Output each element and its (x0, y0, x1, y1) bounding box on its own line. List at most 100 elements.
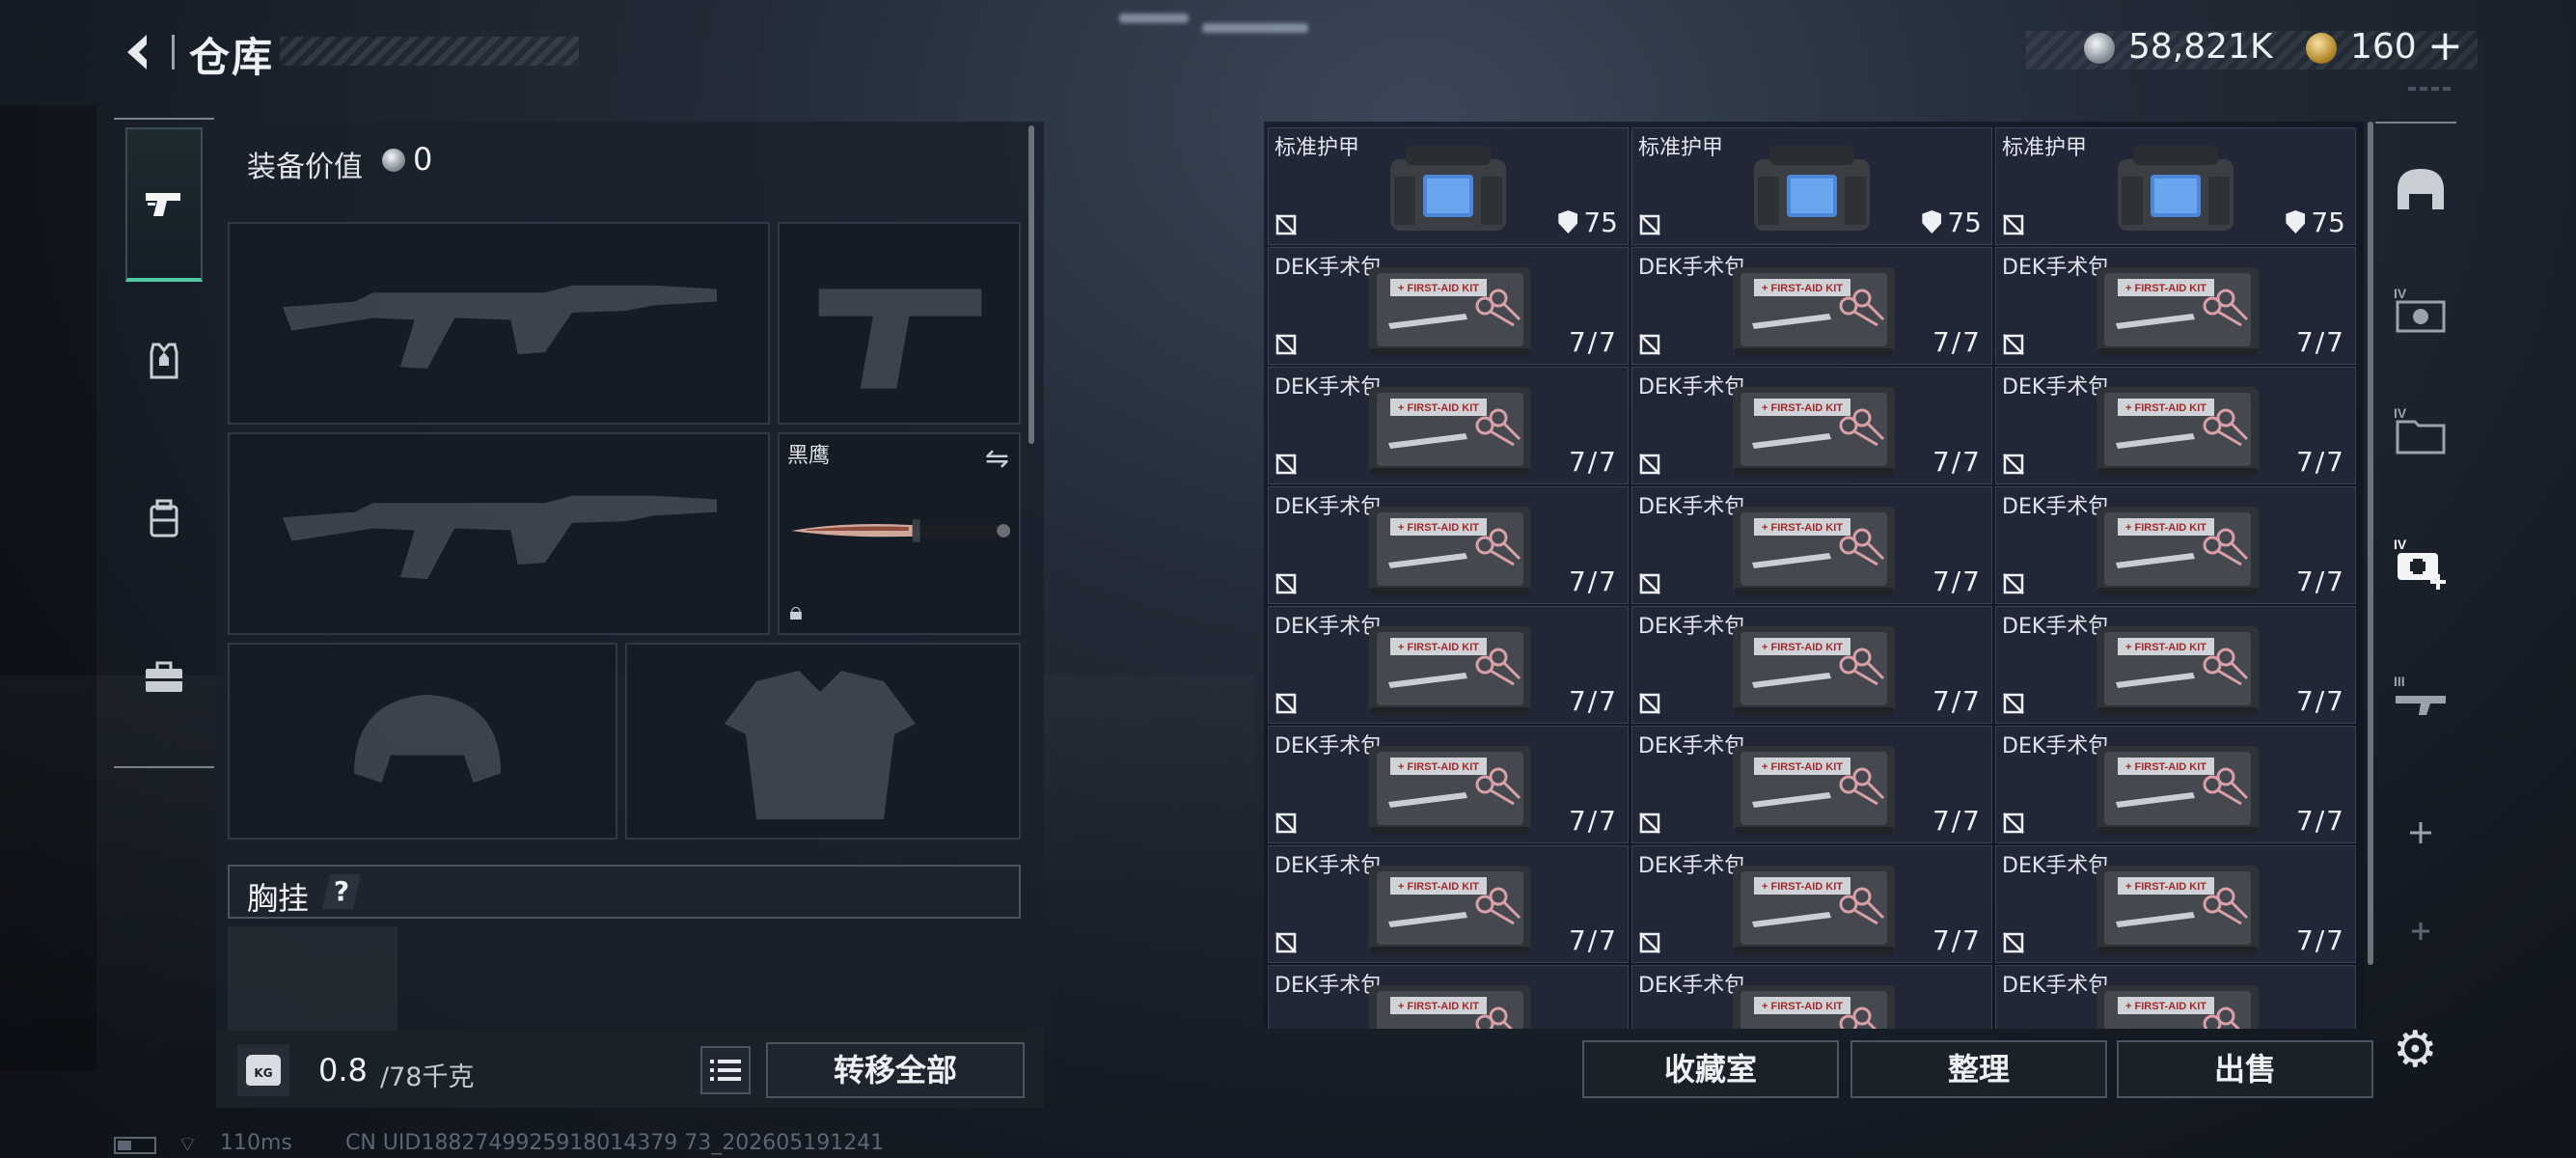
rifle-silhouette-icon (283, 495, 717, 579)
svg-text:+ FIRST-AID KIT: + FIRST-AID KIT (1398, 283, 1479, 294)
dots-decoration (2408, 87, 2454, 91)
svg-text:+ FIRST-AID KIT: + FIRST-AID KIT (2125, 642, 2206, 653)
collection-room-button[interactable]: 收藏室 (1582, 1040, 1839, 1098)
no-drop-icon (1639, 454, 1660, 475)
sidearm-slot[interactable] (778, 222, 1021, 425)
item-uses: 7/7 (1568, 685, 1618, 717)
body-armor-slot[interactable] (625, 643, 1021, 840)
surgery-kit-item-cell[interactable]: DEK手术包 + FIRST-AID KIT 7/7 (1995, 606, 2356, 724)
surgery-kit-item-cell[interactable]: DEK手术包 + FIRST-AID KIT 7/7 (1631, 247, 1992, 365)
category-divider (2375, 122, 2456, 124)
first-aid-kit-icon: + FIRST-AID KIT (2096, 626, 2259, 715)
surgery-kit-item-cell[interactable]: DEK手术包 + FIRST-AID KIT 7/7 (1995, 486, 2356, 604)
first-aid-kit-icon: + FIRST-AID KIT (2096, 746, 2259, 835)
backpack-tab[interactable] (125, 442, 203, 596)
armor-tab[interactable] (125, 284, 203, 438)
no-drop-icon (2003, 334, 2024, 355)
svg-text:+ FIRST-AID KIT: + FIRST-AID KIT (1762, 761, 1843, 773)
shield-icon (1922, 210, 1942, 234)
sort-button[interactable]: 整理 (1850, 1040, 2107, 1098)
first-aid-kit-icon: + FIRST-AID KIT (1733, 985, 1895, 1029)
list-view-button[interactable] (700, 1046, 751, 1094)
surgery-kit-item-cell[interactable]: DEK手术包 + FIRST-AID KIT 7/7 (1995, 845, 2356, 963)
melee-slot[interactable]: 黑鹰 ⇋ 🔒︎ (778, 432, 1021, 635)
storage-grid: 标准护甲 75 标准护甲 75 标准护甲 75 DEK手术包 + FIRST-A… (1268, 127, 2360, 1029)
item-uses: 7/7 (1568, 446, 1618, 478)
armor-durability: 75 (1922, 207, 1982, 238)
add-currency-button[interactable]: + (2427, 21, 2463, 70)
first-aid-kit-icon: + FIRST-AID KIT (2096, 507, 2259, 595)
surgery-kit-item-cell[interactable]: DEK手术包 + FIRST-AID KIT 7/7 (1268, 606, 1629, 724)
surgery-kit-item-cell[interactable]: DEK手术包 + FIRST-AID KIT 7/7 (1995, 367, 2356, 484)
surgery-kit-item-cell[interactable]: DEK手术包 + FIRST-AID KIT 7/7 (1995, 247, 2356, 365)
item-name: 标准护甲 (1638, 136, 1724, 160)
toolbox-tab[interactable] (125, 600, 203, 755)
svg-text:+ FIRST-AID KIT: + FIRST-AID KIT (1762, 522, 1843, 534)
armor-bag-icon (2118, 146, 2233, 231)
helmet-icon (2398, 169, 2444, 209)
tier4-medkit-tab[interactable]: IV (2387, 531, 2454, 598)
tier4-folder-tab[interactable]: IV (2387, 400, 2454, 467)
surgery-kit-item-cell[interactable]: DEK手术包 + FIRST-AID KIT 7/7 (1631, 367, 1992, 484)
svg-text:+ FIRST-AID KIT: + FIRST-AID KIT (2125, 881, 2206, 893)
user-uid: CN UID1882749925918014379 73_20260519124… (345, 1131, 885, 1155)
item-uses: 7/7 (1932, 685, 1982, 717)
battery-icon (114, 1137, 156, 1154)
surgery-kit-item-cell[interactable]: DEK手术包 + FIRST-AID KIT 7/7 (1268, 965, 1629, 1029)
no-drop-icon (1275, 693, 1297, 714)
surgery-kit-item-cell[interactable]: DEK手术包 + FIRST-AID KIT 7/7 (1268, 845, 1629, 963)
back-button[interactable] (114, 27, 164, 77)
surgery-kit-item-cell[interactable]: DEK手术包 + FIRST-AID KIT (1631, 965, 1992, 1029)
tier3-rifle-tab[interactable]: III (2387, 668, 2454, 735)
surgery-kit-item-cell[interactable]: DEK手术包 + FIRST-AID KIT 7/7 (1631, 726, 1992, 843)
armor-item-cell[interactable]: 标准护甲 75 (1995, 127, 2356, 245)
secondary-weapon-slot[interactable] (228, 432, 770, 635)
tier4-gun-tab[interactable]: IV (2387, 280, 2454, 347)
first-aid-kit-icon: + FIRST-AID KIT (1733, 267, 1895, 356)
armor-item-cell[interactable]: 标准护甲 75 (1631, 127, 1992, 245)
add-tab[interactable] (2387, 799, 2454, 867)
settings-gear-icon[interactable]: ⚙ (2393, 1021, 2438, 1079)
surgery-kit-item-cell[interactable]: DEK手术包 + FIRST-AID KIT 7/7 (1995, 726, 2356, 843)
surgery-kit-item-cell[interactable]: DEK手术包 + FIRST-AID KIT 7/7 (1268, 247, 1629, 365)
surgery-kit-item-cell[interactable]: DEK手术包 + FIRST-AID KIT 7/7 (1631, 486, 1992, 604)
storage-scrollbar[interactable] (2368, 122, 2373, 965)
chest-rig-help-button[interactable]: ? (322, 874, 361, 909)
swap-icon[interactable]: ⇋ (985, 442, 1009, 476)
surgery-kit-item-cell[interactable]: DEK手术包 + FIRST-AID KIT (1995, 965, 2356, 1029)
surgery-kit-item-cell[interactable]: DEK手术包 + FIRST-AID KIT 7/7 (1268, 726, 1629, 843)
svg-text:IV: IV (2394, 286, 2407, 301)
gun-case-icon: IV (2394, 286, 2446, 333)
svg-text:+ FIRST-AID KIT: + FIRST-AID KIT (2125, 402, 2206, 414)
item-uses: 7/7 (2295, 924, 2345, 956)
helmet-slot[interactable] (228, 643, 617, 840)
pistol-icon (146, 193, 180, 216)
primary-weapon-slot[interactable] (228, 222, 770, 425)
add-tab-2[interactable] (2387, 897, 2454, 965)
plus-icon (2410, 822, 2431, 843)
rifle-silhouette-icon (283, 285, 717, 369)
helmet-tab[interactable] (2387, 156, 2454, 224)
svg-text:+ FIRST-AID KIT: + FIRST-AID KIT (1398, 1001, 1479, 1012)
surgery-kit-item-cell[interactable]: DEK手术包 + FIRST-AID KIT 7/7 (1631, 606, 1992, 724)
item-name: 标准护甲 (1274, 136, 1360, 160)
item-uses: 7/7 (1568, 326, 1618, 358)
first-aid-kit-icon: + FIRST-AID KIT (1369, 985, 1531, 1029)
equipment-scrollbar[interactable] (1028, 125, 1034, 444)
no-drop-icon (1639, 693, 1660, 714)
surgery-kit-item-cell[interactable]: DEK手术包 + FIRST-AID KIT 7/7 (1268, 367, 1629, 484)
surgery-kit-item-cell[interactable]: DEK手术包 + FIRST-AID KIT 7/7 (1268, 486, 1629, 604)
svg-text:+ FIRST-AID KIT: + FIRST-AID KIT (1398, 881, 1479, 893)
no-drop-icon (2003, 454, 2024, 475)
svg-text:+ FIRST-AID KIT: + FIRST-AID KIT (1762, 642, 1843, 653)
surgery-kit-item-cell[interactable]: DEK手术包 + FIRST-AID KIT 7/7 (1631, 845, 1992, 963)
sell-button[interactable]: 出售 (2117, 1040, 2373, 1098)
transfer-all-button[interactable]: 转移全部 (766, 1042, 1025, 1098)
item-uses: 7/7 (1568, 805, 1618, 837)
armor-item-cell[interactable]: 标准护甲 75 (1268, 127, 1629, 245)
chest-rig-slot[interactable] (228, 926, 397, 1031)
weapons-tab[interactable] (125, 127, 203, 282)
list-icon (710, 1060, 741, 1081)
first-aid-kit-icon: + FIRST-AID KIT (1733, 507, 1895, 595)
first-aid-kit-icon: + FIRST-AID KIT (1369, 387, 1531, 476)
